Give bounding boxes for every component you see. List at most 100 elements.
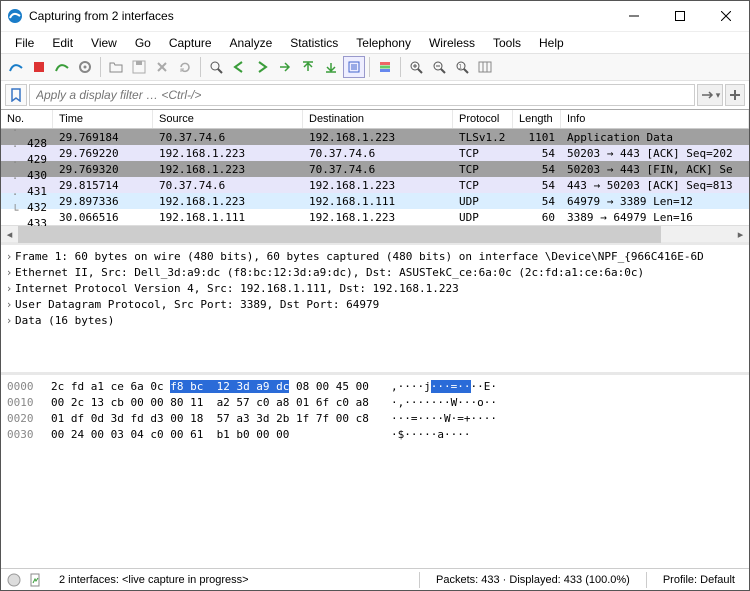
packet-list-body[interactable]: ·42829.76918470.37.74.6192.168.1.223TLSv… xyxy=(1,129,749,225)
find-packet-button[interactable] xyxy=(205,56,227,78)
zoom-out-button[interactable] xyxy=(428,56,450,78)
menu-capture[interactable]: Capture xyxy=(161,34,220,52)
go-last-button[interactable] xyxy=(320,56,342,78)
packet-list-header[interactable]: No. Time Source Destination Protocol Len… xyxy=(1,110,749,129)
status-divider xyxy=(646,572,647,588)
resize-columns-button[interactable] xyxy=(474,56,496,78)
menu-help[interactable]: Help xyxy=(531,34,572,52)
window-buttons xyxy=(611,1,749,31)
col-header-dst[interactable]: Destination xyxy=(303,110,453,128)
packet-row[interactable]: ·43229.897336192.168.1.223192.168.1.111U… xyxy=(1,193,749,209)
menu-go[interactable]: Go xyxy=(127,34,159,52)
menubar: File Edit View Go Capture Analyze Statis… xyxy=(1,31,749,53)
expand-icon[interactable]: › xyxy=(3,281,15,297)
menu-telephony[interactable]: Telephony xyxy=(348,34,419,52)
capture-file-props-icon[interactable] xyxy=(29,573,43,587)
packet-row[interactable]: ·43129.81571470.37.74.6192.168.1.223TCP5… xyxy=(1,177,749,193)
restart-capture-button[interactable] xyxy=(51,56,73,78)
start-capture-button[interactable] xyxy=(5,56,27,78)
col-header-src[interactable]: Source xyxy=(153,110,303,128)
open-file-button[interactable] xyxy=(105,56,127,78)
packet-row[interactable]: └43330.066516192.168.1.111192.168.1.223U… xyxy=(1,209,749,225)
status-packets: Packets: 433 · Displayed: 433 (100.0%) xyxy=(428,574,638,586)
hex-row[interactable]: 2c fd a1 ce 6a 0c f8 bc 12 3d a9 dc 08 0… xyxy=(51,379,391,395)
scroll-right-arrow-icon[interactable]: ▸ xyxy=(732,226,749,243)
col-header-info[interactable]: Info xyxy=(561,110,749,128)
zoom-reset-button[interactable]: 1 xyxy=(451,56,473,78)
stop-capture-button[interactable] xyxy=(28,56,50,78)
colorize-button[interactable] xyxy=(374,56,396,78)
display-filter-bar: ▾ xyxy=(1,81,749,109)
packet-details-pane[interactable]: ›Frame 1: 60 bytes on wire (480 bits), 6… xyxy=(1,242,749,372)
ascii-row[interactable]: ,····j···=····E· xyxy=(391,379,497,395)
toolbar-sep xyxy=(100,57,101,77)
menu-statistics[interactable]: Statistics xyxy=(282,34,346,52)
reload-button[interactable] xyxy=(174,56,196,78)
details-line[interactable]: ›Frame 1: 60 bytes on wire (480 bits), 6… xyxy=(3,249,747,265)
toolbar-sep xyxy=(369,57,370,77)
ascii-row[interactable]: ·$·····a···· xyxy=(391,427,497,443)
wireshark-app-icon xyxy=(7,8,23,24)
packet-row[interactable]: ·43029.769320192.168.1.22370.37.74.6TCP5… xyxy=(1,161,749,177)
hex-row[interactable]: 01 df 0d 3d fd d3 00 18 57 a3 3d 2b 1f 7… xyxy=(51,411,391,427)
minimize-button[interactable] xyxy=(611,1,657,31)
hex-ascii-column[interactable]: ,····j···=····E· ·,·······W···o·· ···=··… xyxy=(391,379,497,564)
hex-selection: f8 bc 12 3d a9 dc xyxy=(170,380,289,393)
window-title: Capturing from 2 interfaces xyxy=(29,9,611,23)
status-divider xyxy=(419,572,420,588)
expand-icon[interactable]: › xyxy=(3,249,15,265)
maximize-button[interactable] xyxy=(657,1,703,31)
packet-list-pane[interactable]: No. Time Source Destination Protocol Len… xyxy=(1,109,749,242)
save-file-button[interactable] xyxy=(128,56,150,78)
menu-view[interactable]: View xyxy=(83,34,125,52)
titlebar: Capturing from 2 interfaces xyxy=(1,1,749,31)
go-first-button[interactable] xyxy=(297,56,319,78)
toolbar-sep xyxy=(400,57,401,77)
ascii-row[interactable]: ·,·······W···o·· xyxy=(391,395,497,411)
col-header-time[interactable]: Time xyxy=(53,110,153,128)
col-header-len[interactable]: Length xyxy=(513,110,561,128)
packet-bytes-pane[interactable]: 0000 0010 0020 0030 2c fd a1 ce 6a 0c f8… xyxy=(1,372,749,568)
zoom-in-button[interactable] xyxy=(405,56,427,78)
menu-analyze[interactable]: Analyze xyxy=(222,34,281,52)
menu-file[interactable]: File xyxy=(7,34,42,52)
statusbar: 2 interfaces: <live capture in progress>… xyxy=(1,568,749,590)
close-button[interactable] xyxy=(703,1,749,31)
close-file-button[interactable] xyxy=(151,56,173,78)
expand-icon[interactable]: › xyxy=(3,297,15,313)
toolbar-sep xyxy=(200,57,201,77)
display-filter-input[interactable] xyxy=(29,84,695,106)
filter-add-button[interactable] xyxy=(725,84,745,106)
ascii-row[interactable]: ···=····W·=+···· xyxy=(391,411,497,427)
auto-scroll-button[interactable] xyxy=(343,56,365,78)
packet-list-hscrollbar[interactable]: ◂ ▸ xyxy=(1,225,749,242)
menu-wireless[interactable]: Wireless xyxy=(421,34,483,52)
expand-icon[interactable]: › xyxy=(3,265,15,281)
ascii-selection: ···=·· xyxy=(431,380,471,393)
scroll-thumb[interactable] xyxy=(18,226,661,243)
status-profile[interactable]: Profile: Default xyxy=(655,574,743,586)
col-header-proto[interactable]: Protocol xyxy=(453,110,513,128)
hex-bytes-column[interactable]: 2c fd a1 ce 6a 0c f8 bc 12 3d a9 dc 08 0… xyxy=(51,379,391,564)
status-interfaces: 2 interfaces: <live capture in progress> xyxy=(51,574,257,586)
expand-icon[interactable]: › xyxy=(3,313,15,329)
go-forward-button[interactable] xyxy=(251,56,273,78)
packet-row[interactable]: ·42929.769220192.168.1.22370.37.74.6TCP5… xyxy=(1,145,749,161)
details-line[interactable]: ›Data (16 bytes) xyxy=(3,313,747,329)
main-toolbar: 1 xyxy=(1,53,749,81)
hex-row[interactable]: 00 2c 13 cb 00 00 80 11 a2 57 c0 a8 01 6… xyxy=(51,395,391,411)
scroll-left-arrow-icon[interactable]: ◂ xyxy=(1,226,18,243)
details-line[interactable]: ›Ethernet II, Src: Dell_3d:a9:dc (f8:bc:… xyxy=(3,265,747,281)
expert-info-icon[interactable] xyxy=(7,573,21,587)
menu-tools[interactable]: Tools xyxy=(485,34,529,52)
hex-row[interactable]: 00 24 00 03 04 c0 00 61 b1 b0 00 00 xyxy=(51,427,391,443)
details-line[interactable]: ›Internet Protocol Version 4, Src: 192.1… xyxy=(3,281,747,297)
packet-row[interactable]: ·42829.76918470.37.74.6192.168.1.223TLSv… xyxy=(1,129,749,145)
go-to-packet-button[interactable] xyxy=(274,56,296,78)
go-back-button[interactable] xyxy=(228,56,250,78)
filter-bookmark-button[interactable] xyxy=(5,84,27,106)
menu-edit[interactable]: Edit xyxy=(44,34,81,52)
capture-options-button[interactable] xyxy=(74,56,96,78)
filter-apply-button[interactable]: ▾ xyxy=(697,84,723,106)
details-line[interactable]: ›User Datagram Protocol, Src Port: 3389,… xyxy=(3,297,747,313)
